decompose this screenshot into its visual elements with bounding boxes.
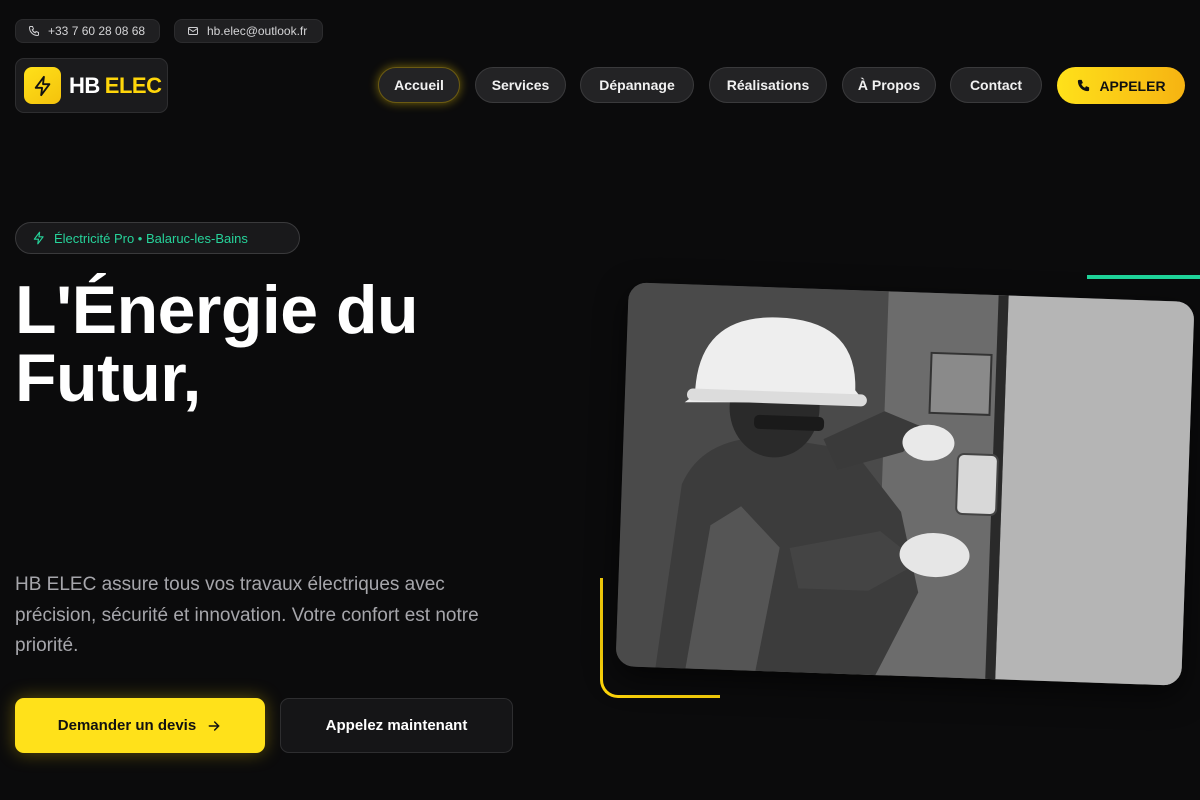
logo-text-elec: ELEC (104, 72, 162, 98)
request-quote-label: Demander un devis (57, 717, 197, 734)
lightning-bolt-icon (24, 67, 61, 104)
phone-link[interactable]: +33 7 60 28 08 68 (15, 19, 160, 43)
request-quote-button[interactable]: Demander un devis (15, 698, 265, 753)
hero-badge-label: Électricité Pro • Balaruc-les-Bains (54, 230, 248, 246)
logo-text: HB ELEC (69, 72, 162, 99)
logo-text-hb: HB (69, 72, 100, 98)
lightning-bolt-icon (33, 231, 44, 245)
call-button[interactable]: APPELER (1057, 67, 1185, 104)
nav-realisations[interactable]: Réalisations (709, 67, 827, 103)
page: +33 7 60 28 08 68 hb.elec@outlook.fr HB E… (0, 0, 1200, 800)
arrow-right-icon (208, 720, 220, 731)
phone-number: +33 7 60 28 08 68 (48, 24, 146, 38)
nav-accueil[interactable]: Accueil (378, 67, 460, 103)
nav-depannage[interactable]: Dépannage (580, 67, 694, 103)
hero-title-line1: L'Énergie du (15, 272, 419, 348)
hero-image-electrician (615, 282, 1195, 686)
phone-icon (1078, 79, 1090, 92)
email-link[interactable]: hb.elec@outlook.fr (174, 19, 323, 43)
phone-icon (28, 26, 39, 37)
nav-a-propos[interactable]: À Propos (842, 67, 936, 103)
hero-description: HB ELEC assure tous vos travaux électriq… (15, 574, 479, 656)
hero-badge: Électricité Pro • Balaruc-les-Bains (15, 222, 300, 254)
hero-title-line2: Futur, (15, 340, 201, 416)
email-address: hb.elec@outlook.fr (207, 24, 308, 38)
nav-contact[interactable]: Contact (950, 67, 1042, 103)
mail-icon (188, 27, 198, 35)
nav-services[interactable]: Services (475, 67, 566, 103)
hero-title: L'Énergie du Futur, (15, 276, 575, 412)
call-button-label: APPELER (1099, 77, 1166, 94)
logo[interactable]: HB ELEC (15, 58, 168, 113)
call-now-button[interactable]: Appelez maintenant (280, 698, 513, 753)
